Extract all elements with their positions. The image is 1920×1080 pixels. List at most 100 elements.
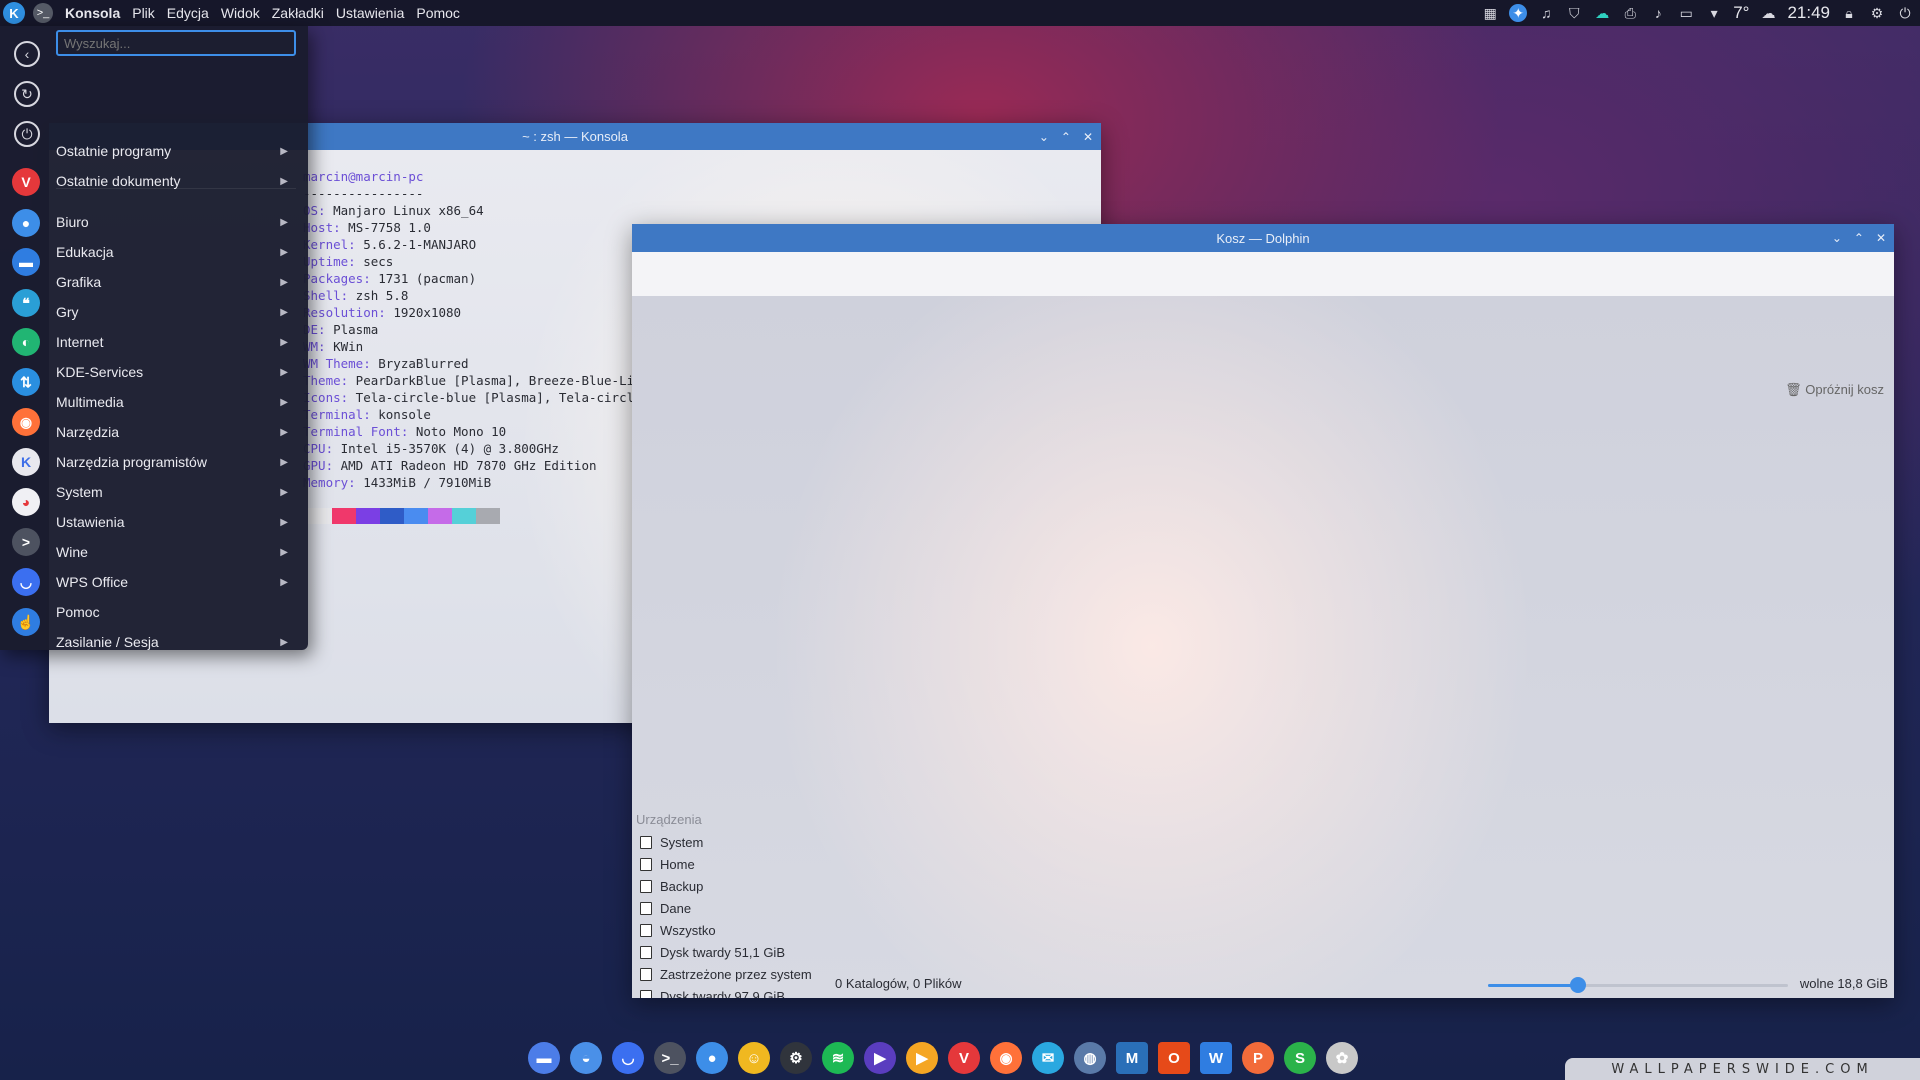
category-narzedzia[interactable]: Narzędzia ▶ <box>56 418 296 446</box>
media-player-icon[interactable]: ▶ <box>864 1042 896 1074</box>
refresh-icon[interactable]: ↻ <box>14 81 40 107</box>
steam-icon[interactable]: ⚙ <box>780 1042 812 1074</box>
mail-icon[interactable]: ✉ <box>1032 1042 1064 1074</box>
wps-presentation-icon[interactable]: P <box>1242 1042 1274 1074</box>
device-item[interactable]: Dysk twardy 51,1 GiB <box>640 942 785 962</box>
maximize-icon[interactable]: ⌃ <box>1854 231 1864 245</box>
category-narzedzia-programistow[interactable]: Narzędzia programistów ▶ <box>56 448 296 476</box>
dolphin-window[interactable]: Kosz — Dolphin ⌄ ⌃ ✕ 🗑︎ Opróżnij kosz Ur… <box>632 224 1894 998</box>
chat-icon[interactable]: ❝ <box>12 289 40 317</box>
minimize-icon[interactable]: ⌄ <box>1832 231 1842 245</box>
chevron-right-icon: ▶ <box>280 456 288 468</box>
close-icon[interactable]: ✕ <box>1876 231 1886 245</box>
dolphin-titlebar[interactable]: Kosz — Dolphin ⌄ ⌃ ✕ <box>632 224 1894 252</box>
category-wps-office[interactable]: WPS Office ▶ <box>56 568 296 596</box>
device-item[interactable]: Home <box>640 854 695 874</box>
info-key: Uptime: <box>303 254 356 269</box>
user-icon[interactable]: ☺ <box>738 1042 770 1074</box>
search-input[interactable] <box>56 30 296 56</box>
device-item[interactable]: Dane <box>640 898 691 918</box>
firefox-icon[interactable]: ◉ <box>990 1042 1022 1074</box>
sliders-icon[interactable]: ⇅ <box>12 368 40 396</box>
menu-pomoc[interactable]: Pomoc <box>416 5 460 21</box>
category-zasilanie-sesja[interactable]: Zasilanie / Sesja ▶ <box>56 628 296 656</box>
category-ustawienia[interactable]: Ustawienia ▶ <box>56 508 296 536</box>
gimp-icon[interactable]: ◕ <box>12 488 40 516</box>
lock-icon[interactable]: 🔒︎ <box>1840 4 1858 22</box>
writer-icon[interactable]: M <box>1116 1042 1148 1074</box>
device-item[interactable]: Wszystko <box>640 920 716 940</box>
category-kde-services[interactable]: KDE-Services ▶ <box>56 358 296 386</box>
chevron-down-icon[interactable]: ▾ <box>1705 4 1723 22</box>
device-item[interactable]: System <box>640 832 703 852</box>
maximize-icon[interactable]: ⌃ <box>1061 130 1071 144</box>
close-icon[interactable]: ✕ <box>1083 130 1093 144</box>
chevron-right-icon: ▶ <box>280 366 288 378</box>
wps-spreadsheet-icon[interactable]: S <box>1284 1042 1316 1074</box>
chevron-right-icon: ▶ <box>280 145 288 157</box>
menu-edycja[interactable]: Edycja <box>167 5 209 21</box>
accessibility-icon[interactable]: ☝ <box>12 608 40 636</box>
disk-icon[interactable]: ◍ <box>1074 1042 1106 1074</box>
konsole-icon[interactable]: >_ <box>654 1042 686 1074</box>
menu-ustawienia[interactable]: Ustawienia <box>336 5 404 21</box>
category-gry[interactable]: Gry ▶ <box>56 298 296 326</box>
category-biuro[interactable]: Biuro ▶ <box>56 208 296 236</box>
app-store-icon[interactable]: ◡ <box>612 1042 644 1074</box>
category-wine[interactable]: Wine ▶ <box>56 538 296 566</box>
folder-icon[interactable]: ▬ <box>12 248 40 276</box>
category-internet[interactable]: Internet ▶ <box>56 328 296 356</box>
device-item[interactable]: Backup <box>640 876 703 896</box>
vivaldi-icon[interactable]: V <box>12 168 40 196</box>
menu-zakladki[interactable]: Zakładki <box>272 5 324 21</box>
zoom-slider-handle[interactable] <box>1570 977 1586 993</box>
info-value: 5.6.2-1-MANJARO <box>355 237 477 252</box>
category-system[interactable]: System ▶ <box>56 478 296 506</box>
menu-widok[interactable]: Widok <box>221 5 260 21</box>
settings-icon[interactable]: ⚙ <box>1868 4 1886 22</box>
weather-temperature[interactable]: 7° <box>1733 3 1749 23</box>
office-icon[interactable]: O <box>1158 1042 1190 1074</box>
gimp-icon[interactable]: ✿ <box>1326 1042 1358 1074</box>
spotify-icon[interactable]: ≋ <box>822 1042 854 1074</box>
krita-icon[interactable]: K <box>12 448 40 476</box>
dolphin-content: 🗑︎ Opróżnij kosz Urządzenia System Home Ba… <box>632 296 1894 998</box>
clock[interactable]: 21:49 <box>1787 3 1830 23</box>
shield-icon[interactable]: ⛉ <box>1565 4 1583 22</box>
drive-icon <box>640 857 652 871</box>
category-multimedia[interactable]: Multimedia ▶ <box>56 388 296 416</box>
app-store-icon[interactable]: ◡ <box>12 568 40 596</box>
pager-icon[interactable]: ▦ <box>1481 4 1499 22</box>
notifications-icon[interactable]: ♫ <box>1537 4 1555 22</box>
konsole-icon[interactable]: > <box>12 528 40 556</box>
menu-plik[interactable]: Plik <box>132 5 155 21</box>
volume-icon[interactable]: ♪ <box>1649 4 1667 22</box>
wps-writer-icon[interactable]: W <box>1200 1042 1232 1074</box>
firefox-icon[interactable]: ◉ <box>12 408 40 436</box>
power-icon[interactable]: ⏻ <box>14 121 40 147</box>
menu-recent-documents[interactable]: Ostatnie dokumenty ▶ <box>56 167 296 195</box>
vivaldi-icon[interactable]: V <box>948 1042 980 1074</box>
category-pomoc[interactable]: Pomoc <box>56 598 296 626</box>
empty-trash-button[interactable]: 🗑︎ Opróżnij kosz <box>1785 382 1884 398</box>
menu-recent-programs[interactable]: Ostatnie programy ▶ <box>56 137 296 165</box>
display-icon[interactable]: ▭ <box>1677 4 1695 22</box>
zoom-slider[interactable] <box>1488 977 1788 993</box>
chart-icon[interactable]: ◐ <box>12 328 40 356</box>
minimize-icon[interactable]: ⌄ <box>1039 130 1049 144</box>
folder-icon[interactable]: ▬ <box>528 1042 560 1074</box>
cloud-sync-icon[interactable]: ☁ <box>1593 4 1611 22</box>
menu-divider <box>56 188 296 189</box>
back-icon[interactable]: ‹ <box>14 41 40 67</box>
settings-toggle-icon[interactable]: ● <box>12 209 40 237</box>
discover-icon[interactable]: ✦ <box>1509 4 1528 22</box>
weather-icon[interactable]: ☁ <box>1759 4 1777 22</box>
settings-toggle-icon[interactable]: ● <box>696 1042 728 1074</box>
dolphin-icon[interactable]: ◒ <box>570 1042 602 1074</box>
power-icon[interactable]: ⏻ <box>1896 4 1914 22</box>
category-grafika[interactable]: Grafika ▶ <box>56 268 296 296</box>
kde-launcher-icon[interactable]: K <box>3 2 25 24</box>
printer-icon[interactable]: ⎙ <box>1621 4 1639 22</box>
play-icon[interactable]: ▶ <box>906 1042 938 1074</box>
category-edukacja[interactable]: Edukacja ▶ <box>56 238 296 266</box>
